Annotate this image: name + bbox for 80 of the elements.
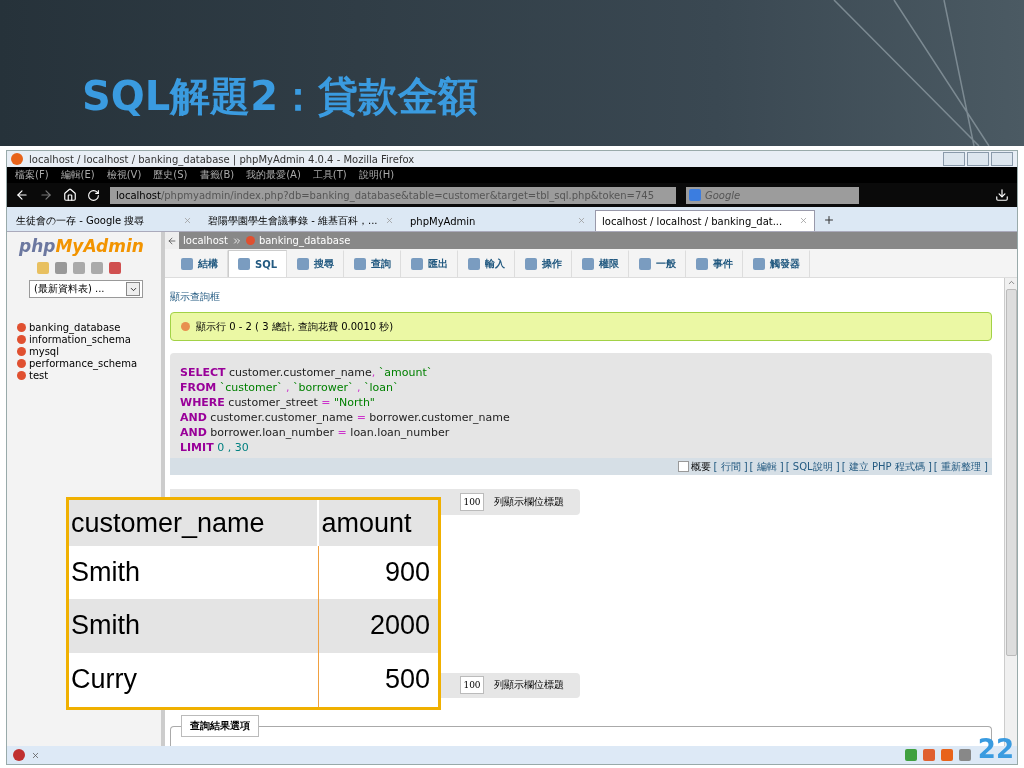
query-link[interactable]: [ 建立 PHP 程式碼 ] <box>841 459 932 474</box>
browser-tab[interactable]: localhost / localhost / banking_dat... <box>595 210 815 231</box>
menu-tab[interactable]: 搜尋 <box>287 250 345 277</box>
addon-icon[interactable] <box>13 749 25 761</box>
close-icon[interactable] <box>385 215 394 225</box>
query-link[interactable]: [ 重新整理 ] <box>933 459 988 474</box>
breadcrumb-link[interactable]: localhost <box>183 235 228 246</box>
close-icon[interactable] <box>31 750 40 760</box>
database-item[interactable]: information_schema <box>17 334 138 345</box>
close-icon[interactable] <box>577 215 586 225</box>
new-tab-icon[interactable] <box>823 214 835 226</box>
collapse-button[interactable] <box>165 232 179 249</box>
menu-item[interactable]: 檢視(V) <box>106 168 142 182</box>
back-icon[interactable] <box>15 188 29 202</box>
tab-title[interactable]: 碧陽學園學生會議事錄 - 維基百科，... <box>208 214 378 228</box>
column-header: customer_name <box>67 498 319 546</box>
menu-tab[interactable]: 事件 <box>686 250 744 277</box>
menu-item[interactable]: 編輯(E) <box>60 168 95 182</box>
scroll-thumb[interactable] <box>1005 289 1017 656</box>
menu-tab[interactable]: 操作 <box>515 250 573 277</box>
table-cell: Smith <box>67 599 319 653</box>
rows-field[interactable]: 100 <box>460 676 484 695</box>
table-cell: 900 <box>318 546 440 600</box>
database-item[interactable]: banking_database <box>17 322 138 333</box>
database-item[interactable]: test <box>17 370 138 381</box>
table-cell: Smith <box>67 546 319 600</box>
query-link[interactable]: [ 編輯 ] <box>749 459 784 474</box>
menu-item[interactable]: 檔案(F) <box>15 168 49 182</box>
close-icon[interactable] <box>183 215 192 225</box>
tab-title[interactable]: 生徒會の一存 - Google 搜尋 <box>16 214 145 228</box>
forward-icon[interactable] <box>39 188 53 202</box>
menu-tab[interactable]: 查詢 <box>344 250 402 277</box>
tab-title[interactable]: localhost / localhost / banking_dat... <box>602 215 783 227</box>
database-item[interactable]: mysql <box>17 346 138 357</box>
success-message: 顯示行 0 - 2 ( 3 總計, 查詢花費 0.0010 秒) <box>170 312 992 342</box>
menu-item[interactable]: 歷史(S) <box>153 168 188 182</box>
database-icon <box>245 236 255 245</box>
arrow-left-icon <box>167 235 177 246</box>
headers-label: 列顯示欄位標題 <box>494 495 564 509</box>
menu-tab[interactable]: 權限 <box>572 250 630 277</box>
headers-label: 列顯示欄位標題 <box>494 678 564 693</box>
query-link[interactable]: [ SQL說明 ] <box>785 459 840 474</box>
close-icon[interactable] <box>799 215 808 225</box>
query-link[interactable]: [ 行間 ] <box>713 459 748 474</box>
rows-field[interactable]: 100 <box>460 493 484 511</box>
options-legend[interactable]: 查詢結果選項 <box>181 714 259 737</box>
close-button[interactable] <box>991 152 1013 166</box>
tab-title[interactable]: phpMyAdmin <box>410 215 476 227</box>
menu-item[interactable]: 書籤(B) <box>199 168 235 182</box>
browser-logo-icon <box>11 153 23 165</box>
slide-title: SQL解題2：貸款金額 <box>82 72 479 121</box>
table-cell: 500 <box>318 652 440 709</box>
menu-tab[interactable]: 觸發器 <box>743 250 811 277</box>
table-cell: 2000 <box>318 599 440 653</box>
sql-query: SELECT customer.customer_name, `amount` FROM `customer` , `borrower` , `loan` WHERE customer_street = "North" AND customer.customer_name = borrower.customer_name AND borrower.loan_number = loan.loan_number LIMIT 0 , 30 <box>170 353 992 459</box>
menu-tab[interactable]: 一般 <box>629 250 687 277</box>
show-query-link[interactable]: 顯示查詢框 <box>170 290 992 304</box>
menu-item[interactable]: 說明(H) <box>358 168 395 182</box>
window-title: localhost / localhost / banking_database | phpMyAdmin 4.0.4 - Mozilla Firefox <box>29 153 415 165</box>
recent-tables-select[interactable]: (最新資料表) ... <box>29 280 143 298</box>
reload-icon[interactable] <box>87 188 100 202</box>
menu-item[interactable]: 工具(T) <box>312 168 347 182</box>
separator-icon <box>231 235 242 246</box>
table-cell: Curry <box>67 652 319 709</box>
menu-item[interactable]: 我的最愛(A) <box>246 168 301 182</box>
profiling-checkbox[interactable] <box>678 461 690 473</box>
database-item[interactable]: performance_schema <box>17 358 138 369</box>
download-icon[interactable] <box>995 188 1009 202</box>
profiling-label: 概要 <box>691 459 712 474</box>
maximize-button[interactable] <box>967 152 989 166</box>
menu-tab[interactable]: 輸入 <box>458 250 516 277</box>
phpmyadmin-logo: phpMyAdmin <box>19 236 144 256</box>
menu-tab[interactable]: 匯出 <box>401 250 459 277</box>
menu-tab[interactable]: SQL <box>228 250 288 277</box>
page-number: 22 <box>977 734 1014 764</box>
scroll-up-icon[interactable] <box>1006 278 1016 287</box>
minimize-button[interactable] <box>943 152 965 166</box>
column-header: amount <box>318 498 440 546</box>
address-field[interactable]: localhost/phpmyadmin/index.php?db=banking_database&table=customer&target=tbl_sql.php&token=745 <box>110 186 676 204</box>
breadcrumb-link[interactable]: banking_database <box>258 235 351 246</box>
